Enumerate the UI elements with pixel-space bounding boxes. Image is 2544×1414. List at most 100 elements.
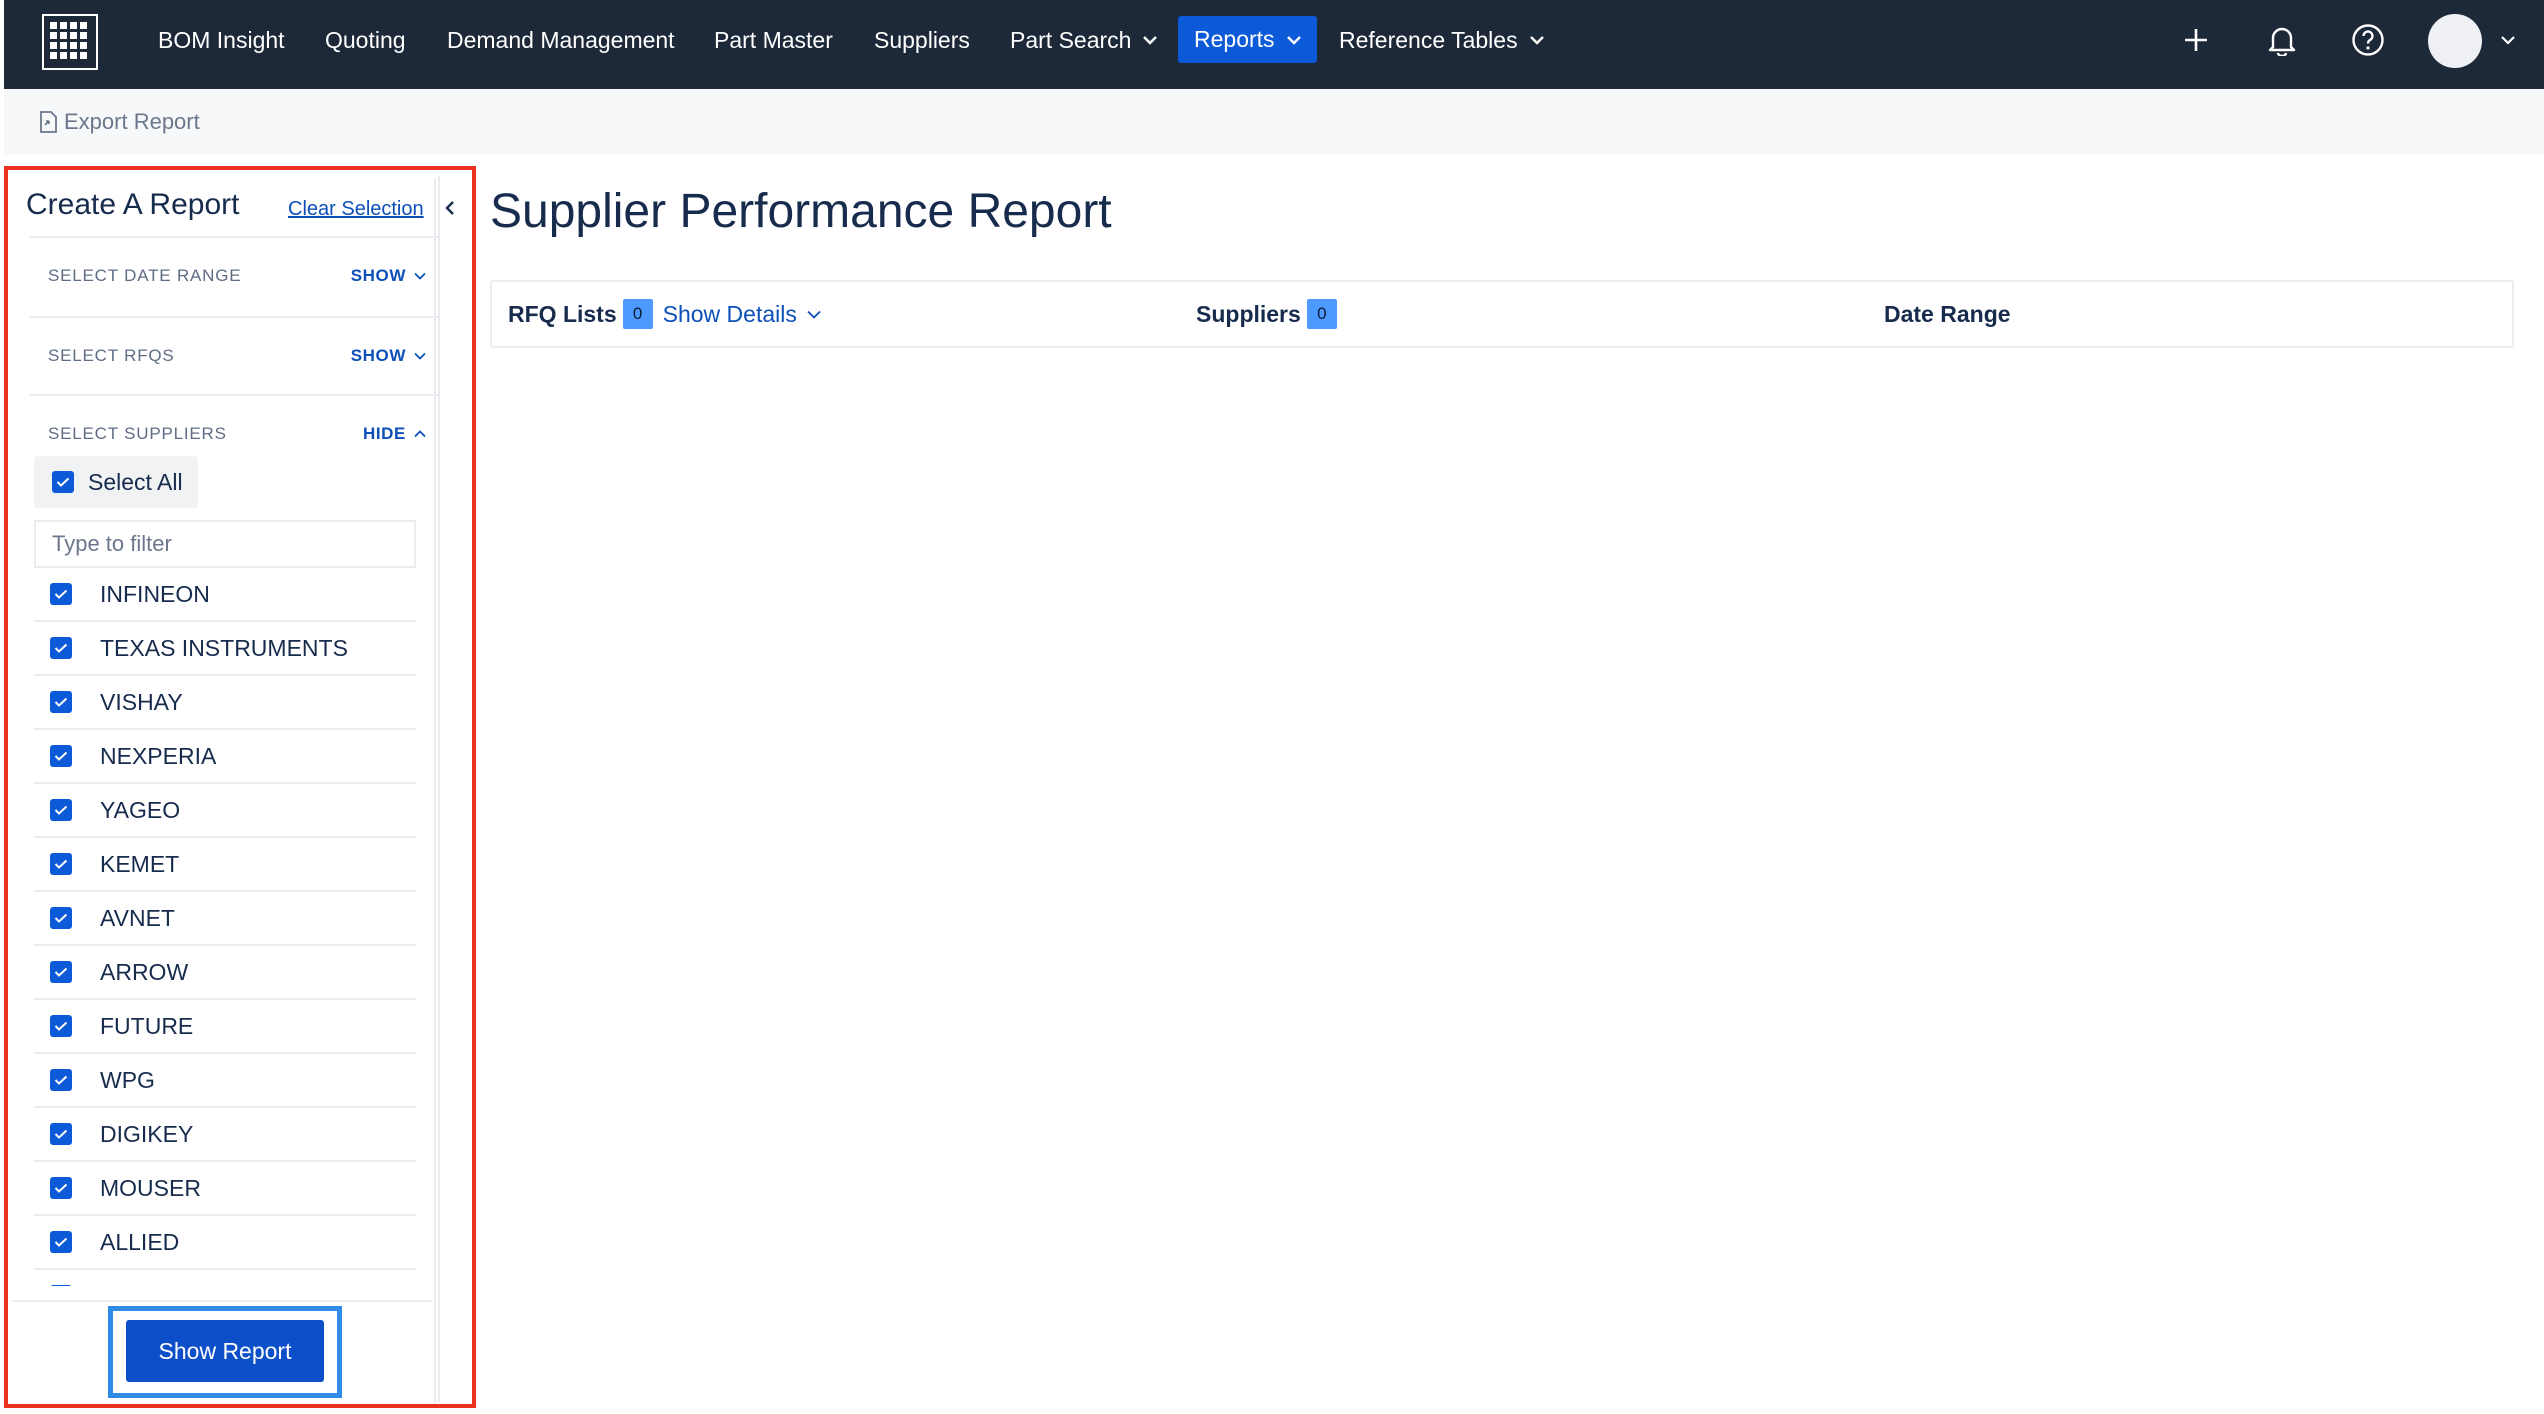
nav-quoting[interactable]: Quoting: [325, 0, 406, 80]
supplier-row[interactable]: FUTURE: [34, 1000, 416, 1054]
toggle-label: SHOW: [350, 346, 406, 365]
suppliers-summary: Suppliers 0: [1196, 282, 1337, 346]
section-rfqs[interactable]: SELECT RFQS SHOW: [30, 316, 440, 394]
supplier-row[interactable]: INFINEON: [34, 568, 416, 622]
report-toolbar: [4, 89, 2544, 155]
supplier-row[interactable]: ALLIED: [34, 1216, 416, 1270]
nav-reports[interactable]: Reports: [1178, 16, 1317, 63]
nav-part-master[interactable]: Part Master: [714, 0, 833, 80]
nav-label: Quoting: [325, 26, 406, 53]
supplier-row[interactable]: KEMET: [34, 838, 416, 892]
supplier-name: NEXPERIA: [100, 742, 217, 769]
supplier-filter-input[interactable]: [34, 520, 416, 568]
supplier-list[interactable]: INFINEON TEXAS INSTRUMENTS VISHAY NEXPERIA Y…: [34, 568, 416, 1286]
nav-bom-insight[interactable]: BOM Insight: [158, 0, 285, 80]
clear-selection-link[interactable]: Clear Selection: [288, 198, 424, 221]
suppliers-label: Suppliers: [1196, 300, 1301, 327]
page-title: Supplier Performance Report: [490, 185, 1112, 238]
supplier-name: VISHAY: [100, 688, 183, 715]
section-label: SELECT DATE RANGE: [48, 266, 242, 285]
nav-label: BOM Insight: [158, 26, 285, 53]
nav-label: Reports: [1194, 26, 1275, 52]
section-toggle[interactable]: SHOW: [351, 346, 426, 366]
avatar[interactable]: [2428, 14, 2482, 68]
checkbox-checked-icon[interactable]: [50, 1015, 72, 1037]
chevron-up-icon: [414, 430, 426, 438]
chevron-down-icon: [1143, 36, 1158, 45]
supplier-name: FUTURE: [100, 1012, 194, 1039]
section-date-range[interactable]: SELECT DATE RANGE SHOW: [30, 236, 440, 314]
checkbox-checked-icon[interactable]: [50, 691, 72, 713]
checkbox-checked-icon[interactable]: [50, 1285, 72, 1286]
supplier-row[interactable]: ARROW: [34, 946, 416, 1000]
nav-label: Demand Management: [447, 26, 675, 53]
export-doc-icon: [40, 111, 57, 133]
checkbox-checked-icon[interactable]: [50, 1123, 72, 1145]
supplier-name: ARROW: [100, 958, 189, 985]
show-report-button[interactable]: Show Report: [126, 1320, 324, 1382]
section-toggle[interactable]: SHOW: [351, 266, 426, 286]
supplier-name: MOUSER: [100, 1174, 201, 1201]
supplier-name: YAGEO: [100, 796, 181, 823]
nav-reference-tables[interactable]: Reference Tables: [1339, 0, 1544, 80]
chevron-down-icon: [414, 352, 426, 360]
supplier-row[interactable]: WPG: [34, 1054, 416, 1108]
nav-demand-management[interactable]: Demand Management: [447, 0, 675, 80]
panel-title: Create A Report: [26, 188, 240, 221]
chevron-down-icon: [807, 310, 821, 319]
supplier-row[interactable]: AVNET: [34, 892, 416, 946]
supplier-row[interactable]: YAGEO: [34, 784, 416, 838]
supplier-row[interactable]: NEXPERIA: [34, 730, 416, 784]
bell-icon[interactable]: [2262, 20, 2302, 60]
collapse-panel-button[interactable]: [434, 178, 470, 1404]
checkbox-checked-icon[interactable]: [50, 637, 72, 659]
toggle-label: SHOW: [350, 266, 406, 285]
select-all-checkbox[interactable]: Select All: [34, 456, 198, 508]
show-details-toggle[interactable]: Show Details: [663, 301, 821, 328]
checkbox-checked-icon[interactable]: [50, 1069, 72, 1091]
nav-part-search[interactable]: Part Search: [1010, 0, 1158, 80]
nav-label: Reference Tables: [1339, 26, 1518, 53]
section-label: SELECT SUPPLIERS: [48, 424, 227, 443]
nav-label: Suppliers: [874, 26, 970, 53]
rfq-count-badge: 0: [622, 299, 653, 329]
supplier-row[interactable]: DIGIKEY: [34, 1108, 416, 1162]
supplier-row[interactable]: RUTRONIK: [34, 1270, 416, 1286]
checkbox-checked-icon: [52, 471, 74, 493]
checkbox-checked-icon[interactable]: [50, 1177, 72, 1199]
nav-label: Part Master: [714, 26, 833, 53]
chevron-down-icon[interactable]: [2488, 20, 2528, 60]
export-report-button[interactable]: Export Report: [38, 106, 200, 138]
nav-label: Part Search: [1010, 26, 1132, 53]
checkbox-checked-icon[interactable]: [50, 853, 72, 875]
grid-logo-icon[interactable]: [42, 14, 98, 70]
supplier-row[interactable]: MOUSER: [34, 1162, 416, 1216]
checkbox-checked-icon[interactable]: [50, 961, 72, 983]
checkbox-checked-icon[interactable]: [50, 907, 72, 929]
supplier-row[interactable]: VISHAY: [34, 676, 416, 730]
checkbox-checked-icon[interactable]: [50, 583, 72, 605]
date-range-label: Date Range: [1884, 300, 2011, 327]
select-all-label: Select All: [88, 468, 183, 495]
chevron-down-icon: [414, 272, 426, 280]
plus-icon[interactable]: [2176, 20, 2216, 60]
divider: [12, 1300, 432, 1302]
checkbox-checked-icon[interactable]: [50, 1231, 72, 1253]
supplier-name: WPG: [100, 1066, 155, 1093]
rfq-lists-summary: RFQ Lists 0 Show Details: [508, 282, 821, 346]
chevron-down-icon: [1529, 36, 1544, 45]
show-details-label: Show Details: [662, 300, 797, 327]
checkbox-checked-icon[interactable]: [50, 799, 72, 821]
help-icon[interactable]: [2348, 20, 2388, 60]
chevron-down-icon: [1286, 35, 1301, 45]
supplier-name: DIGIKEY: [100, 1120, 194, 1147]
supplier-name: AVNET: [100, 904, 175, 931]
checkbox-checked-icon[interactable]: [50, 745, 72, 767]
supplier-row[interactable]: TEXAS INSTRUMENTS: [34, 622, 416, 676]
chevron-left-icon: [445, 201, 454, 215]
export-report-label: Export Report: [64, 109, 200, 134]
section-toggle[interactable]: HIDE: [363, 424, 426, 444]
nav-suppliers[interactable]: Suppliers: [874, 0, 970, 80]
supplier-name: KEMET: [100, 850, 180, 877]
toggle-label: HIDE: [362, 424, 406, 443]
